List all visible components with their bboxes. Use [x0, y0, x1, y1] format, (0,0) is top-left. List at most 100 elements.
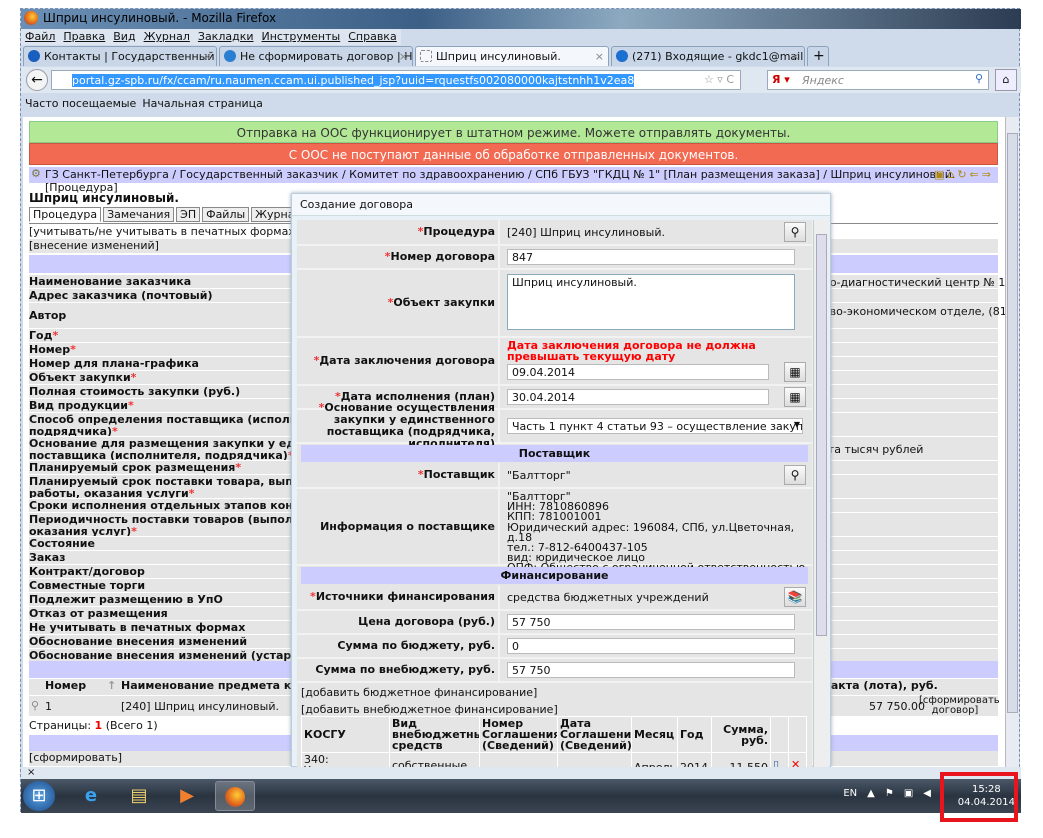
taskbar: ⊞ e ▤ ▶ EN ▲ ⚑ ▣ ◀ 15:28 04.04.2014: [21, 779, 1021, 813]
basis-select[interactable]: Часть 1 пункт 4 статьи 93 – осуществлени…: [507, 418, 803, 434]
close-icon[interactable]: ×: [203, 50, 212, 63]
exec-date-input[interactable]: 30.04.2014: [507, 389, 769, 405]
tray-arrow-icon[interactable]: ▲: [867, 788, 875, 799]
bookmark-most-visited[interactable]: Часто посещаемые: [25, 97, 136, 111]
volume-icon[interactable]: ◀: [923, 788, 931, 799]
bookmark-start-page[interactable]: Начальная страница: [142, 97, 263, 111]
tab-label: Контакты | Государственный заказ ...: [44, 50, 216, 63]
col-month: Месяц: [631, 716, 678, 753]
url-bar[interactable]: portal.gz-spb.ru/fx/ccam/ru.naumen.ccam.…: [51, 70, 741, 90]
media-player-icon[interactable]: ▶: [167, 781, 207, 811]
field-label: Отказ от размещения: [29, 607, 168, 620]
row-basis: *Основание осуществления закупки у единс…: [297, 402, 812, 450]
menu-edit[interactable]: Правка: [63, 30, 105, 44]
attachment-icon[interactable]: ⚲: [31, 699, 39, 712]
object-textarea[interactable]: Шприц инсулиновый.: [507, 274, 795, 330]
object-label: Объект закупки: [393, 296, 495, 309]
tab-syringe[interactable]: Шприц инсулиновый. ×: [415, 46, 609, 66]
field-label: Контракт/договор: [29, 565, 145, 578]
supplier-label: Поставщик: [423, 468, 495, 481]
status-bar: ×: [21, 767, 1021, 779]
highlight-box: [940, 772, 1018, 822]
finance-table: КОСГУ Вид внебюджетных средств Номер Сог…: [301, 716, 807, 767]
search-input[interactable]: Я ▾ Яндекс ⚲: [767, 70, 989, 90]
book-icon[interactable]: 📚: [784, 587, 806, 607]
bookmark-star-icon[interactable]: ☆ ▿ C: [704, 73, 734, 86]
tab-procedure[interactable]: Процедура: [29, 207, 102, 222]
page-content: Отправка на ООС функционирует в штатном …: [23, 117, 1005, 767]
search-icon[interactable]: ⚲: [975, 72, 983, 85]
new-tab-button[interactable]: +: [807, 46, 829, 66]
network-icon[interactable]: ▣: [904, 788, 913, 799]
tab-mail[interactable]: (271) Входящие - gkdc1@mail.ru - П...×: [611, 46, 805, 66]
procedure-value: [240] Шприц инсулиновый.: [507, 226, 665, 239]
flag-icon[interactable]: ⚑: [885, 788, 894, 799]
row-budget: Сумма по бюджету, руб. 0: [297, 635, 812, 659]
page-scrollbar[interactable]: [1005, 117, 1019, 767]
col-fund-type: Вид внебюджетных средств: [389, 716, 480, 753]
menu-tools[interactable]: Инструменты: [262, 30, 341, 44]
nav-icons[interactable]: ▣⌂↻⇐⇒: [934, 168, 994, 181]
close-icon[interactable]: ×: [399, 50, 408, 63]
cell-sum: 11 550: [711, 752, 771, 767]
help-icon: [224, 50, 236, 62]
sort-up-icon[interactable]: ↑: [107, 679, 116, 692]
create-contract-dialog: Создание договора * Процедура [240] Шприц …: [291, 193, 831, 767]
row-price: Цена договора (руб.) 57 750: [297, 611, 812, 635]
col-number[interactable]: Номер: [45, 679, 86, 692]
contract-date-input[interactable]: 09.04.2014: [507, 364, 769, 380]
cell-agreement-date: [557, 752, 632, 767]
dialog-scrollbar[interactable]: [813, 220, 829, 767]
row-supplier-info: Информация о поставщике "Балтторг" ИНН: 78…: [297, 489, 812, 574]
status-banner-error: С ООС не поступают данные об обработке о…: [29, 143, 998, 165]
menu-help[interactable]: Справка: [348, 30, 396, 44]
tab-helpdesk[interactable]: Не сформировать договор | HelpDe...×: [219, 46, 413, 66]
firefox-icon: [24, 11, 38, 25]
language-indicator[interactable]: EN: [843, 788, 857, 799]
edit-icon[interactable]: ▯: [770, 752, 789, 767]
price-input[interactable]: 57 750: [507, 614, 795, 630]
tab-signature[interactable]: ЭП: [176, 207, 201, 222]
ie-icon[interactable]: e: [71, 781, 111, 811]
bookmarks-bar: Часто посещаемые Начальная страница: [21, 95, 267, 113]
explorer-icon[interactable]: ▤: [119, 781, 159, 811]
calendar-icon[interactable]: ▦: [784, 387, 806, 407]
firefox-taskbar-icon[interactable]: [215, 781, 255, 811]
menu-view[interactable]: Вид: [113, 30, 135, 44]
search-icon[interactable]: ⚲: [784, 222, 806, 242]
tab-remarks[interactable]: Замечания: [103, 207, 175, 222]
contract-number-input[interactable]: 847: [507, 249, 795, 265]
required-mark: *: [112, 425, 118, 437]
menu-file[interactable]: Файл: [25, 30, 55, 44]
start-button[interactable]: ⊞: [23, 781, 55, 811]
required-mark: *: [52, 329, 59, 342]
procedure-tabs: Процедура Замечания ЭП Файлы Журнал: [29, 207, 306, 222]
tab-contacts[interactable]: Контакты | Государственный заказ ...×: [23, 46, 217, 66]
tab-files[interactable]: Файлы: [202, 207, 250, 222]
close-icon[interactable]: ×: [791, 50, 800, 63]
offbudget-label: Сумма по внебюджету, руб.: [315, 663, 495, 676]
col-name[interactable]: Наименование предмета ко: [121, 679, 299, 692]
page-icon: [420, 50, 432, 62]
calendar-icon[interactable]: ▦: [784, 362, 806, 382]
close-icon[interactable]: ×: [595, 50, 604, 63]
search-icon[interactable]: ⚲: [784, 465, 806, 485]
offbudget-input[interactable]: 57 750: [507, 662, 795, 678]
menu-bookmarks[interactable]: Закладки: [198, 30, 254, 44]
price-label: Цена договора (руб.): [358, 615, 495, 628]
add-offbudget-link[interactable]: [добавить внебюджетное финансирование]: [301, 703, 558, 716]
budget-input[interactable]: 0: [507, 638, 795, 654]
add-budget-link[interactable]: [добавить бюджетное финансирование]: [301, 686, 537, 699]
field-label: Заказ: [29, 551, 66, 564]
home-button[interactable]: ⌂: [995, 69, 1017, 91]
required-mark: *: [130, 371, 137, 384]
menu-history[interactable]: Журнал: [144, 30, 190, 44]
tree-icon: ⚙: [31, 167, 41, 180]
close-icon[interactable]: ×: [27, 767, 35, 778]
back-button[interactable]: ←: [26, 69, 48, 91]
page-current[interactable]: 1: [95, 719, 103, 732]
create-contract-link[interactable]: [сформировать договор]: [919, 696, 1000, 716]
cell-kosgu: 340: Увеличение стоимости материальных: [301, 752, 390, 767]
delete-icon[interactable]: ✕: [788, 752, 807, 767]
col-kosgu: КОСГУ: [301, 716, 390, 753]
